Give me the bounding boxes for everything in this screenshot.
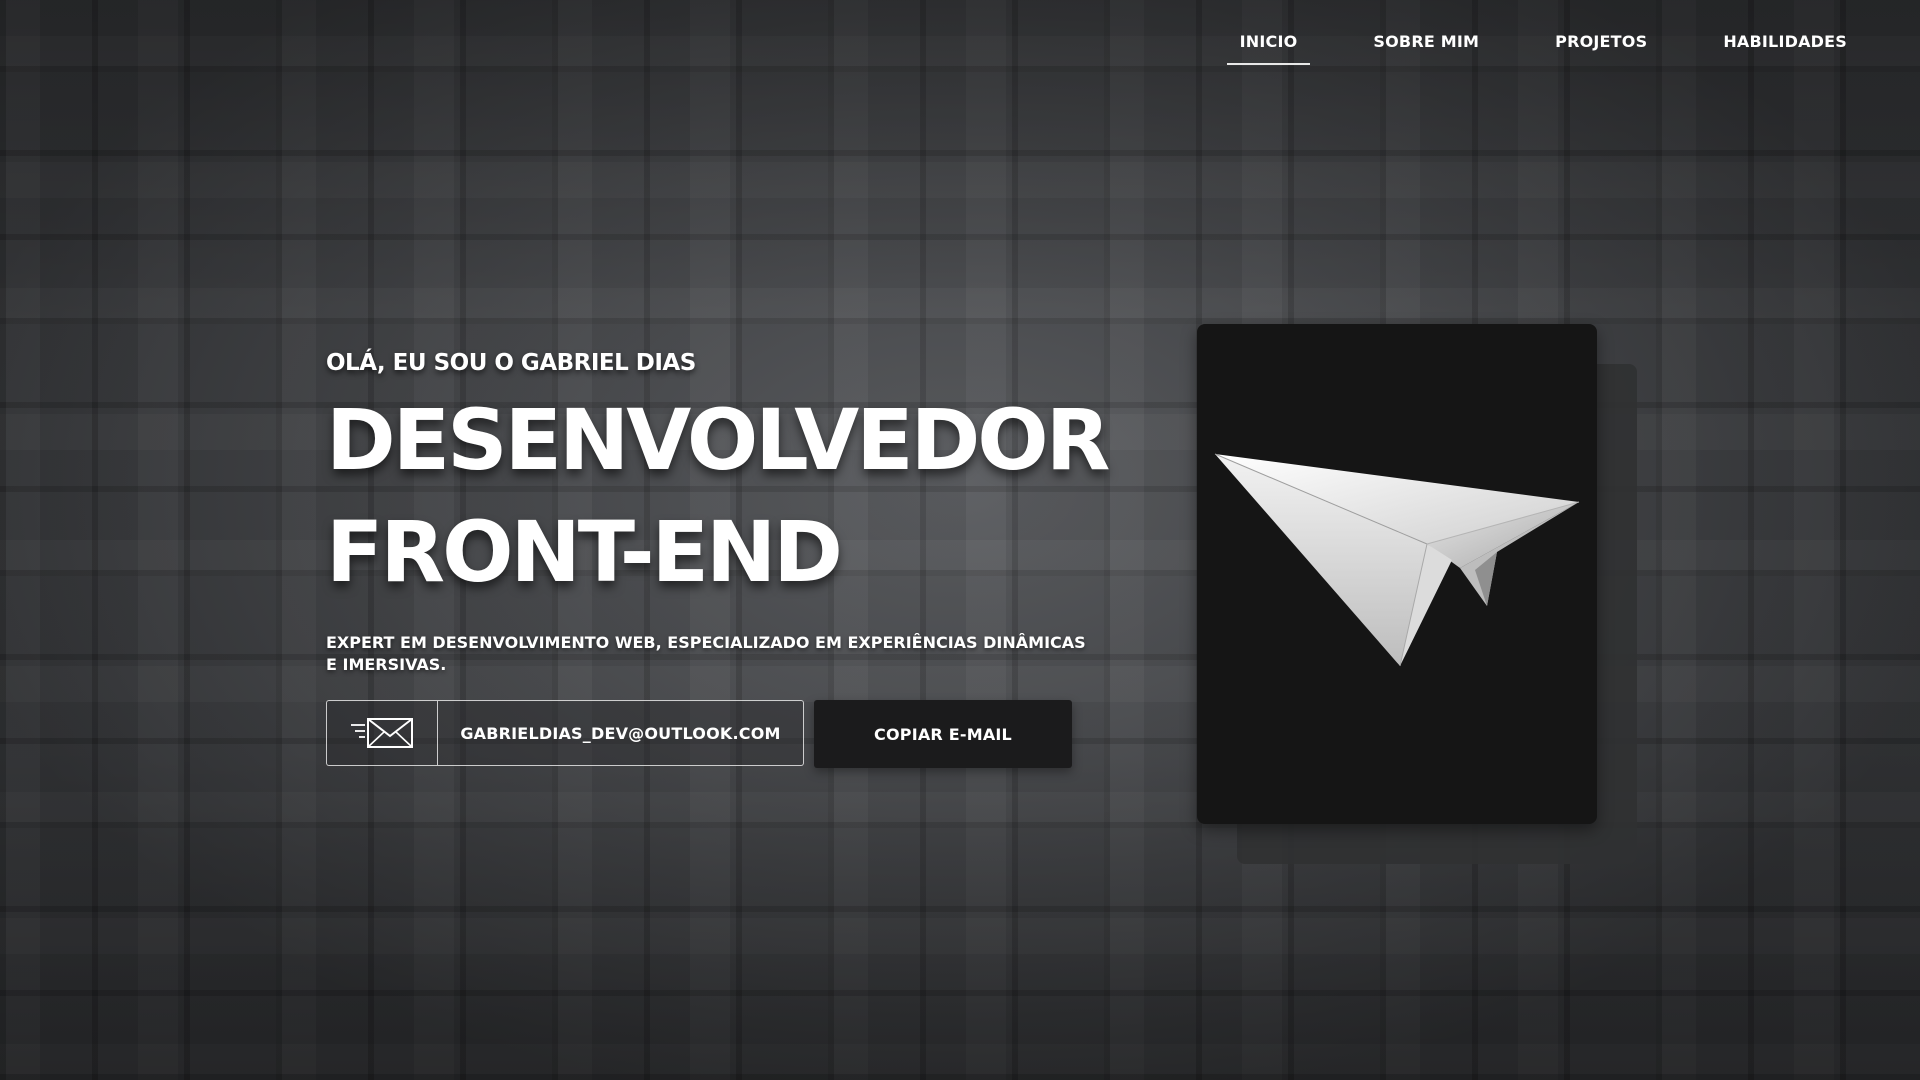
greeting: OLÁ, EU SOU O GABRIEL DIAS bbox=[326, 350, 696, 376]
hero-section: OLÁ, EU SOU O GABRIEL DIAS DESENVOLVEDOR… bbox=[326, 350, 1110, 676]
page: INICIO SOBRE MIM PROJETOS HABILIDADES OL… bbox=[0, 0, 1920, 1080]
email-box[interactable]: GABRIELDIAS_DEV@OUTLOOK.COM bbox=[326, 700, 804, 766]
email-icon-cell bbox=[327, 701, 438, 765]
nav-item-habilidades[interactable]: HABILIDADES bbox=[1710, 22, 1860, 65]
nav-item-projetos[interactable]: PROJETOS bbox=[1542, 22, 1660, 65]
nav-item-inicio[interactable]: INICIO bbox=[1226, 22, 1311, 65]
headline-line-1: DESENVOLVEDOR bbox=[326, 391, 1110, 489]
subtitle: EXPERT EM DESENVOLVIMENTO WEB, ESPECIALI… bbox=[326, 633, 1086, 674]
paper-plane-icon bbox=[1214, 453, 1580, 667]
contact-row: GABRIELDIAS_DEV@OUTLOOK.COM COPIAR E-MAI… bbox=[326, 700, 1072, 768]
main-nav: INICIO SOBRE MIM PROJETOS HABILIDADES bbox=[1177, 22, 1860, 65]
illustration-card bbox=[1197, 324, 1597, 824]
mail-icon bbox=[351, 718, 413, 748]
copy-email-button[interactable]: COPIAR E-MAIL bbox=[814, 700, 1072, 768]
email-address: GABRIELDIAS_DEV@OUTLOOK.COM bbox=[460, 723, 781, 743]
nav-item-sobre-mim[interactable]: SOBRE MIM bbox=[1360, 22, 1492, 65]
headline: DESENVOLVEDOR FRONT-END bbox=[326, 384, 1110, 608]
headline-line-2: FRONT-END bbox=[326, 503, 843, 601]
